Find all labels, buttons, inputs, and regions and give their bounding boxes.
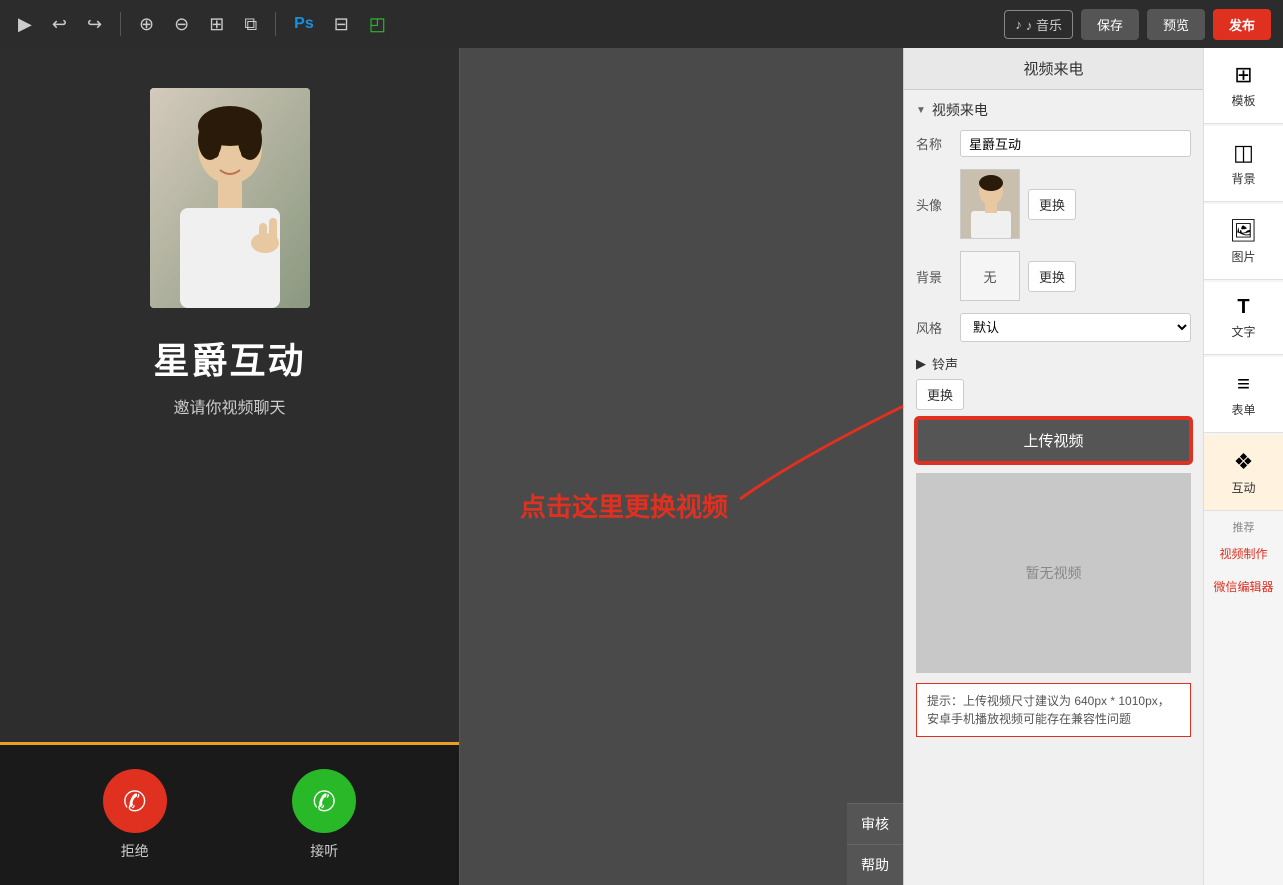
divider-1 — [120, 12, 121, 36]
accept-button[interactable]: ✆ — [292, 769, 356, 833]
bg-section: 无 更换 — [960, 251, 1076, 301]
ringtone-change-button[interactable]: 更换 — [916, 379, 964, 410]
panel-content: ▼ 视频来电 名称 头像 — [904, 90, 1203, 885]
section-triangle: ▼ — [916, 105, 926, 116]
reject-action: ✆ 拒绝 — [103, 769, 167, 861]
form-icon: ≡ — [1237, 371, 1250, 397]
photoshop-icon[interactable]: Ps — [288, 11, 320, 37]
avatar-thumbnail — [960, 169, 1020, 239]
section-label: 视频来电 — [932, 100, 988, 120]
music-button[interactable]: ♪ ♪ 音乐 — [1004, 10, 1073, 39]
accept-icon: ✆ — [313, 785, 336, 818]
sidebar-item-video-edit[interactable]: 视频制作 — [1204, 537, 1283, 570]
side-action-buttons: 审核 帮助 — [847, 803, 903, 885]
image-icon: 🖼 — [1230, 218, 1258, 244]
reject-label: 拒绝 — [121, 841, 149, 861]
phone-preview: 星爵互动 邀请你视频聊天 ✆ 拒绝 ✆ 接听 — [0, 48, 460, 885]
divider-2 — [275, 12, 276, 36]
annotation-area: 点击这里更换视频 审核 帮助 — [460, 48, 903, 885]
bg-label: 背景 — [1231, 170, 1255, 187]
bg-label: 背景 — [916, 267, 952, 286]
redo-button[interactable]: ↪ — [81, 10, 108, 39]
text-label: 文字 — [1231, 323, 1255, 340]
form-label: 表单 — [1231, 401, 1255, 418]
play-button[interactable]: ▶ — [12, 10, 38, 39]
annotation-arrow — [660, 299, 903, 599]
canvas-area: 星爵互动 邀请你视频聊天 ✆ 拒绝 ✆ 接听 — [0, 48, 903, 885]
review-button[interactable]: 审核 — [847, 803, 903, 844]
accept-action: ✆ 接听 — [292, 769, 356, 861]
caller-name: 星爵互动 — [153, 332, 305, 384]
crop-button[interactable]: ◰ — [363, 10, 392, 39]
phone-avatar — [150, 88, 310, 308]
preview-button[interactable]: 预览 — [1147, 9, 1205, 40]
caller-subtitle: 邀请你视频聊天 — [173, 394, 285, 418]
avatar-thumb-img — [961, 169, 1019, 239]
undo-button[interactable]: ↩ — [46, 10, 73, 39]
reject-button[interactable]: ✆ — [103, 769, 167, 833]
align-button[interactable]: ⊟ — [328, 10, 355, 39]
video-empty-label: 暂无视频 — [1026, 563, 1082, 583]
sidebar-item-wechat-editor[interactable]: 微信编辑器 — [1204, 570, 1283, 603]
wechat-editor-label: 微信编辑器 — [1213, 578, 1273, 595]
zoom-out-button[interactable]: ⊖ — [168, 10, 195, 39]
bg-icon: ◫ — [1233, 140, 1254, 166]
style-field-row: 风格 默认 — [916, 313, 1191, 342]
annotation-text: 点击这里更换视频 — [520, 487, 728, 524]
video-preview-area: 暂无视频 — [916, 473, 1191, 673]
music-icon: ♪ — [1015, 17, 1022, 32]
right-panel: 视频来电 ▼ 视频来电 名称 头像 — [903, 48, 1203, 885]
style-select[interactable]: 默认 — [960, 313, 1191, 342]
sidebar-item-template[interactable]: ⊞ 模板 — [1204, 48, 1283, 124]
template-label: 模板 — [1231, 92, 1255, 109]
section-header[interactable]: ▼ 视频来电 — [916, 100, 1191, 120]
layers-button[interactable]: ⧉ — [238, 10, 263, 39]
name-label: 名称 — [916, 134, 952, 153]
bg-change-button[interactable]: 更换 — [1028, 261, 1076, 292]
far-right-sidebar: ⊞ 模板 ◫ 背景 🖼 图片 T 文字 ≡ 表单 ❖ 互动 推荐 视频制作 微信… — [1203, 48, 1283, 885]
sidebar-item-image[interactable]: 🖼 图片 — [1204, 204, 1283, 280]
avatar-field-row: 头像 更换 — [916, 169, 1191, 239]
ringtone-label: 铃声 — [932, 354, 958, 373]
toolbar: ▶ ↩ ↪ ⊕ ⊖ ⊞ ⧉ Ps ⊟ ◰ ♪ ♪ 音乐 保存 预览 发布 — [0, 0, 1283, 48]
publish-button[interactable]: 发布 — [1213, 9, 1271, 40]
bg-field-row: 背景 无 更换 — [916, 251, 1191, 301]
video-edit-label: 视频制作 — [1219, 545, 1267, 562]
sidebar-item-text[interactable]: T 文字 — [1204, 282, 1283, 355]
panel-title: 视频来电 — [904, 48, 1203, 90]
interactive-icon: ❖ — [1234, 449, 1254, 475]
save-button[interactable]: 保存 — [1081, 9, 1139, 40]
reject-icon: ✆ — [123, 785, 146, 818]
template-icon: ⊞ — [1234, 62, 1252, 88]
grid-button[interactable]: ⊞ — [203, 10, 230, 39]
ringtone-triangle: ▶ — [916, 356, 926, 372]
main-area: 星爵互动 邀请你视频聊天 ✆ 拒绝 ✆ 接听 — [0, 48, 1283, 885]
upload-video-button[interactable]: 上传视频 — [916, 418, 1191, 463]
phone-bottom: ✆ 拒绝 ✆ 接听 — [0, 745, 459, 885]
name-input[interactable] — [960, 130, 1191, 157]
sidebar-item-bg[interactable]: ◫ 背景 — [1204, 126, 1283, 202]
interactive-label: 互动 — [1231, 479, 1255, 496]
avatar-image — [150, 88, 310, 308]
help-button[interactable]: 帮助 — [847, 844, 903, 885]
accept-label: 接听 — [310, 841, 338, 861]
text-icon: T — [1237, 296, 1249, 319]
zoom-in-button[interactable]: ⊕ — [133, 10, 160, 39]
style-label: 风格 — [916, 318, 952, 337]
name-field-row: 名称 — [916, 130, 1191, 157]
tip-box: 提示：上传视频尺寸建议为 640px * 1010px，安卓手机播放视频可能存在… — [916, 683, 1191, 737]
recommend-label: 推荐 — [1204, 513, 1283, 537]
music-label: ♪ 音乐 — [1026, 15, 1062, 34]
bg-none-box: 无 — [960, 251, 1020, 301]
toolbar-right: ♪ ♪ 音乐 保存 预览 发布 — [1004, 9, 1271, 40]
tip-text: 提示：上传视频尺寸建议为 640px * 1010px，安卓手机播放视频可能存在… — [927, 694, 1170, 726]
sidebar-item-interactive[interactable]: ❖ 互动 — [1204, 435, 1283, 511]
sidebar-item-form[interactable]: ≡ 表单 — [1204, 357, 1283, 433]
ringtone-section: ▶ 铃声 更换 — [916, 354, 1191, 410]
avatar-change-button[interactable]: 更换 — [1028, 189, 1076, 220]
avatar-label: 头像 — [916, 195, 952, 214]
avatar-image-section: 更换 — [960, 169, 1076, 239]
image-label: 图片 — [1231, 248, 1255, 265]
ringtone-header[interactable]: ▶ 铃声 — [916, 354, 1191, 373]
